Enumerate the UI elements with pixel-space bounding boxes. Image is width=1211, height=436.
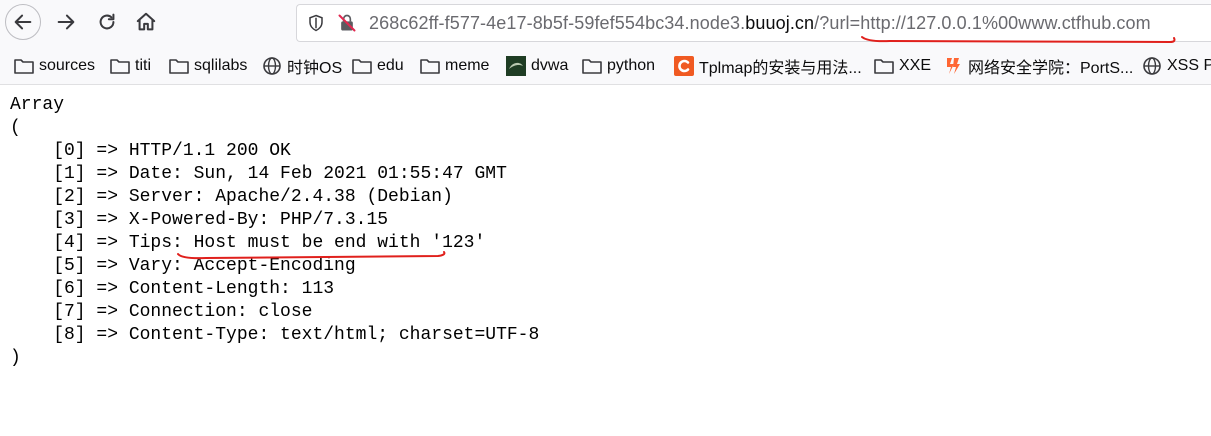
header-line-8: [8] => Content-Type: text/html; charset=… [10,325,540,345]
browser-toolbar: 268c62ff-f577-4e17-8b5f-59fef554bc34.nod… [0,0,1211,48]
globe-icon [262,57,282,75]
bookmark-label: 时钟OS [287,60,343,77]
globe-icon [1142,57,1162,75]
url-domain: buuoj.cn [745,13,815,33]
bookmark-dvwa[interactable]: dvwa [506,55,568,77]
header-line-6: [6] => Content-Length: 113 [10,279,335,299]
array-keyword: Array [10,95,65,115]
bookmark-label: XXE [899,57,932,74]
bookmark-meme[interactable]: meme [420,55,489,77]
paren-open: ( [10,118,21,138]
bookmark-label: dvwa [531,57,569,74]
header-line-1: [1] => Date: Sun, 14 Feb 2021 01:55:47 G… [10,164,507,184]
folder-icon [582,57,602,75]
page-output: Array ( [0] => HTTP/1.1 200 OK [1] => Dat… [10,94,539,370]
folder-icon [874,57,894,75]
home-icon [136,12,156,31]
home-button[interactable] [128,4,164,40]
bookmark-label: edu [377,57,404,74]
url-subdomain: 268c62ff-f577-4e17-8b5f-59fef554bc34.nod… [369,13,746,33]
url-path: /?url=http://127.0.0.1%00www.ctfhub.com [814,13,1151,33]
header-line-7: [7] => Connection: close [10,302,313,322]
bookmark-label: meme [445,57,490,74]
back-button[interactable] [5,4,41,40]
folder-icon [169,57,189,75]
folder-icon [14,57,34,75]
forward-button[interactable] [48,4,84,40]
reload-icon [99,13,115,30]
bookmark-label: titi [135,57,151,74]
bookmark-label: sqlilabs [194,57,248,74]
bookmark-shizhong-os[interactable]: 时钟OS [262,55,342,77]
folder-icon [420,57,440,75]
bookmark-python[interactable]: python [582,55,655,77]
bookmark-sources[interactable]: sources [14,55,95,77]
bookmark-xss[interactable]: XSS Pl [1142,55,1211,77]
bookmark-label: XSS Pl [1167,57,1211,74]
bookmark-xxe[interactable]: XXE [874,55,931,77]
bookmark-sqlilabs[interactable]: sqlilabs [169,55,247,77]
header-line-0: [0] => HTTP/1.1 200 OK [10,141,291,161]
paren-close: ) [10,348,21,368]
c-logo-icon [674,56,694,76]
url-bar[interactable]: 268c62ff-f577-4e17-8b5f-59fef554bc34.nod… [296,4,1211,42]
arrow-right-icon [57,14,75,30]
portswigger-icon [943,57,963,75]
url-text[interactable]: 268c62ff-f577-4e17-8b5f-59fef554bc34.nod… [369,13,1151,34]
bookmark-portswigger[interactable]: 网络安全学院：PortS... [943,55,1133,77]
bookmarks-bar: sources titi sqlilabs 时钟OS edu meme dvwa… [0,48,1211,85]
shield-icon[interactable] [307,14,325,32]
header-line-3: [3] => X-Powered-By: PHP/7.3.15 [10,210,389,230]
bookmark-label: 网络安全学院：PortS... [968,60,1134,77]
bookmark-tplmap[interactable]: Tplmap的安装与用法... [674,55,862,77]
header-line-5: [5] => Vary: Accept-Encoding [10,256,356,276]
insecure-lock-icon[interactable] [337,13,357,33]
header-line-4: [4] => Tips: Host must be end with '123' [10,233,486,253]
bookmark-titi[interactable]: titi [110,55,151,77]
header-line-2: [2] => Server: Apache/2.4.38 (Debian) [10,187,453,207]
bookmark-edu[interactable]: edu [352,55,404,77]
dvwa-icon [506,56,526,76]
reload-button[interactable] [89,4,125,40]
bookmark-label: python [607,57,656,74]
folder-icon [352,57,372,75]
bookmark-label: sources [39,57,96,74]
arrow-left-icon [14,14,32,30]
folder-icon [110,57,130,75]
bookmark-label: Tplmap的安装与用法... [699,60,862,77]
